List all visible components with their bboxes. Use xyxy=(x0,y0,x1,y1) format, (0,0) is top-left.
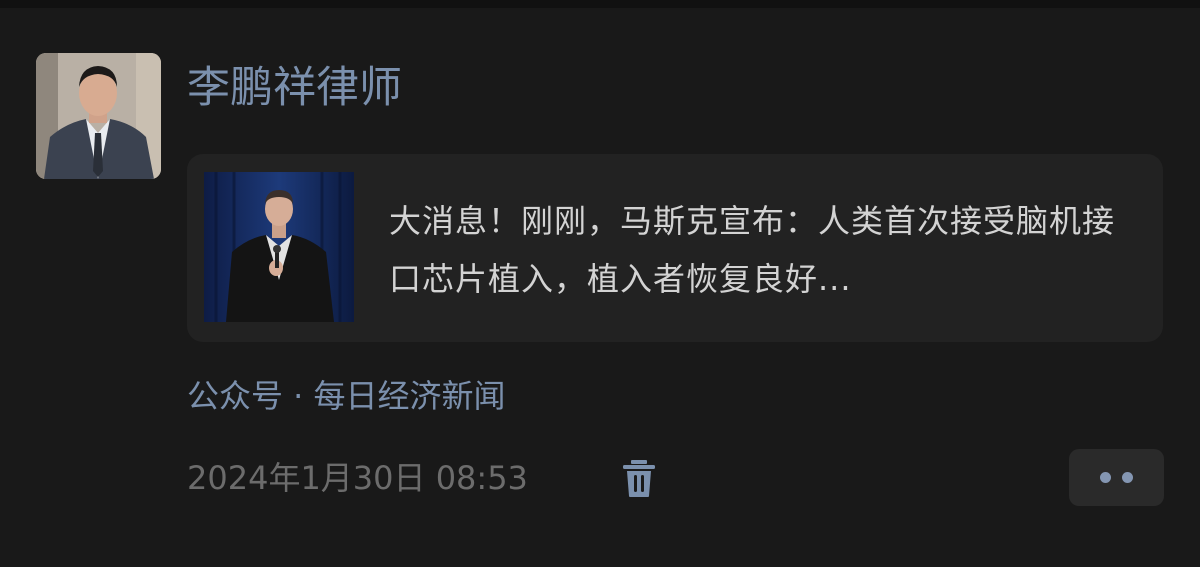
avatar-photo xyxy=(36,53,161,179)
article-thumbnail-image xyxy=(204,172,354,322)
post-timestamp: 2024年1月30日 08:53 xyxy=(187,459,528,497)
more-dots-icon xyxy=(1100,472,1111,483)
trash-icon-graphic xyxy=(623,460,655,497)
more-dots-icon xyxy=(1122,472,1133,483)
source-link[interactable]: 公众号 · 每日经济新闻 xyxy=(187,370,506,422)
author-name[interactable]: 李鹏祥律师 xyxy=(187,58,402,118)
article-thumbnail xyxy=(204,172,354,322)
top-divider xyxy=(0,0,1200,8)
article-title: 大消息！刚刚，马斯克宣布：人类首次接受脑机接口芯片植入，植入者恢复良好... xyxy=(389,202,1116,298)
avatar[interactable] xyxy=(36,53,161,179)
trash-icon[interactable] xyxy=(622,458,656,498)
more-options-button[interactable] xyxy=(1069,449,1164,506)
article-card[interactable]: 大消息！刚刚，马斯克宣布：人类首次接受脑机接口芯片植入，植入者恢复良好... xyxy=(187,154,1163,342)
